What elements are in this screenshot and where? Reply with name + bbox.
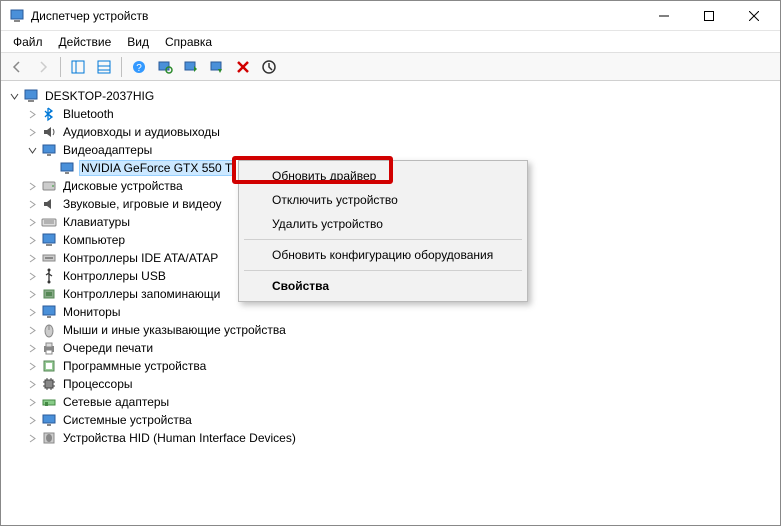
tree-item-audio[interactable]: Аудиовходы и аудиовыходы — [5, 123, 776, 141]
title-bar: Диспетчер устройств — [1, 1, 780, 31]
menu-view[interactable]: Вид — [119, 33, 157, 51]
uninstall-button[interactable] — [231, 55, 255, 79]
chevron-right-icon[interactable] — [25, 287, 39, 301]
chevron-right-icon[interactable] — [25, 413, 39, 427]
chevron-right-icon[interactable] — [25, 197, 39, 211]
computer-icon — [23, 88, 39, 104]
chevron-right-icon[interactable] — [25, 233, 39, 247]
root-label: DESKTOP-2037HIG — [43, 89, 156, 103]
chevron-right-icon[interactable] — [25, 215, 39, 229]
app-icon — [9, 8, 25, 24]
disk-icon — [41, 178, 57, 194]
tree-root[interactable]: DESKTOP-2037HIG — [5, 87, 776, 105]
tree-item-hid[interactable]: Устройства HID (Human Interface Devices) — [5, 429, 776, 447]
tree-item-software-devices[interactable]: Программные устройства — [5, 357, 776, 375]
tree-item-monitors[interactable]: Мониторы — [5, 303, 776, 321]
back-button[interactable] — [5, 55, 29, 79]
toolbar: ? — [1, 53, 780, 81]
mouse-icon — [41, 322, 57, 338]
cm-uninstall-device[interactable]: Удалить устройство — [242, 212, 524, 236]
audio-icon — [41, 124, 57, 140]
chevron-right-icon[interactable] — [25, 251, 39, 265]
disable-button[interactable] — [205, 55, 229, 79]
display-adapter-icon — [41, 142, 57, 158]
chevron-right-icon[interactable] — [25, 179, 39, 193]
show-hide-tree-button[interactable] — [66, 55, 90, 79]
update-driver-button[interactable] — [179, 55, 203, 79]
cm-update-driver[interactable]: Обновить драйвер — [242, 164, 524, 188]
monitor-icon — [41, 304, 57, 320]
system-device-icon — [41, 412, 57, 428]
tree-item-system-devices[interactable]: Системные устройства — [5, 411, 776, 429]
chevron-right-icon[interactable] — [25, 395, 39, 409]
storage-controller-icon — [41, 286, 57, 302]
help-button[interactable]: ? — [127, 55, 151, 79]
chevron-right-icon[interactable] — [25, 269, 39, 283]
enable-button[interactable] — [257, 55, 281, 79]
tree-item-print-queues[interactable]: Очереди печати — [5, 339, 776, 357]
network-adapter-icon — [41, 394, 57, 410]
chevron-right-icon[interactable] — [25, 359, 39, 373]
usb-icon — [41, 268, 57, 284]
cm-scan-hardware[interactable]: Обновить конфигурацию оборудования — [242, 243, 524, 267]
software-device-icon — [41, 358, 57, 374]
device-tree[interactable]: DESKTOP-2037HIG Bluetooth Аудиовходы и а… — [1, 81, 780, 525]
processor-icon — [41, 376, 57, 392]
cm-separator — [244, 239, 522, 240]
ide-controller-icon — [41, 250, 57, 266]
chevron-right-icon[interactable] — [25, 323, 39, 337]
chevron-down-icon[interactable] — [25, 143, 39, 157]
chevron-right-icon[interactable] — [25, 305, 39, 319]
tree-item-bluetooth[interactable]: Bluetooth — [5, 105, 776, 123]
chevron-right-icon[interactable] — [25, 107, 39, 121]
chevron-right-icon[interactable] — [25, 125, 39, 139]
tree-item-video-adapters[interactable]: Видеоадаптеры — [5, 141, 776, 159]
chevron-down-icon[interactable] — [7, 89, 21, 103]
gpu-label: NVIDIA GeForce GTX 550 Ti — [79, 160, 236, 176]
cm-disable-device[interactable]: Отключить устройство — [242, 188, 524, 212]
cm-separator — [244, 270, 522, 271]
properties-button[interactable] — [92, 55, 116, 79]
hid-icon — [41, 430, 57, 446]
chevron-right-icon[interactable] — [25, 341, 39, 355]
tree-item-network[interactable]: Сетевые адаптеры — [5, 393, 776, 411]
maximize-button[interactable] — [686, 1, 731, 30]
scan-hardware-button[interactable] — [153, 55, 177, 79]
display-adapter-icon — [59, 160, 75, 176]
minimize-button[interactable] — [641, 1, 686, 30]
menu-help[interactable]: Справка — [157, 33, 220, 51]
close-button[interactable] — [731, 1, 776, 30]
menu-file[interactable]: Файл — [5, 33, 51, 51]
chevron-right-icon[interactable] — [25, 377, 39, 391]
cm-properties[interactable]: Свойства — [242, 274, 524, 298]
forward-button[interactable] — [31, 55, 55, 79]
bluetooth-icon — [41, 106, 57, 122]
menu-bar: Файл Действие Вид Справка — [1, 31, 780, 53]
tree-item-processors[interactable]: Процессоры — [5, 375, 776, 393]
speaker-icon — [41, 196, 57, 212]
chevron-right-icon[interactable] — [25, 431, 39, 445]
printer-icon — [41, 340, 57, 356]
keyboard-icon — [41, 214, 57, 230]
context-menu: Обновить драйвер Отключить устройство Уд… — [238, 160, 528, 302]
computer-icon — [41, 232, 57, 248]
window-title: Диспетчер устройств — [31, 9, 148, 23]
menu-action[interactable]: Действие — [51, 33, 120, 51]
tree-item-mice[interactable]: Мыши и иные указывающие устройства — [5, 321, 776, 339]
svg-text:?: ? — [136, 63, 142, 74]
